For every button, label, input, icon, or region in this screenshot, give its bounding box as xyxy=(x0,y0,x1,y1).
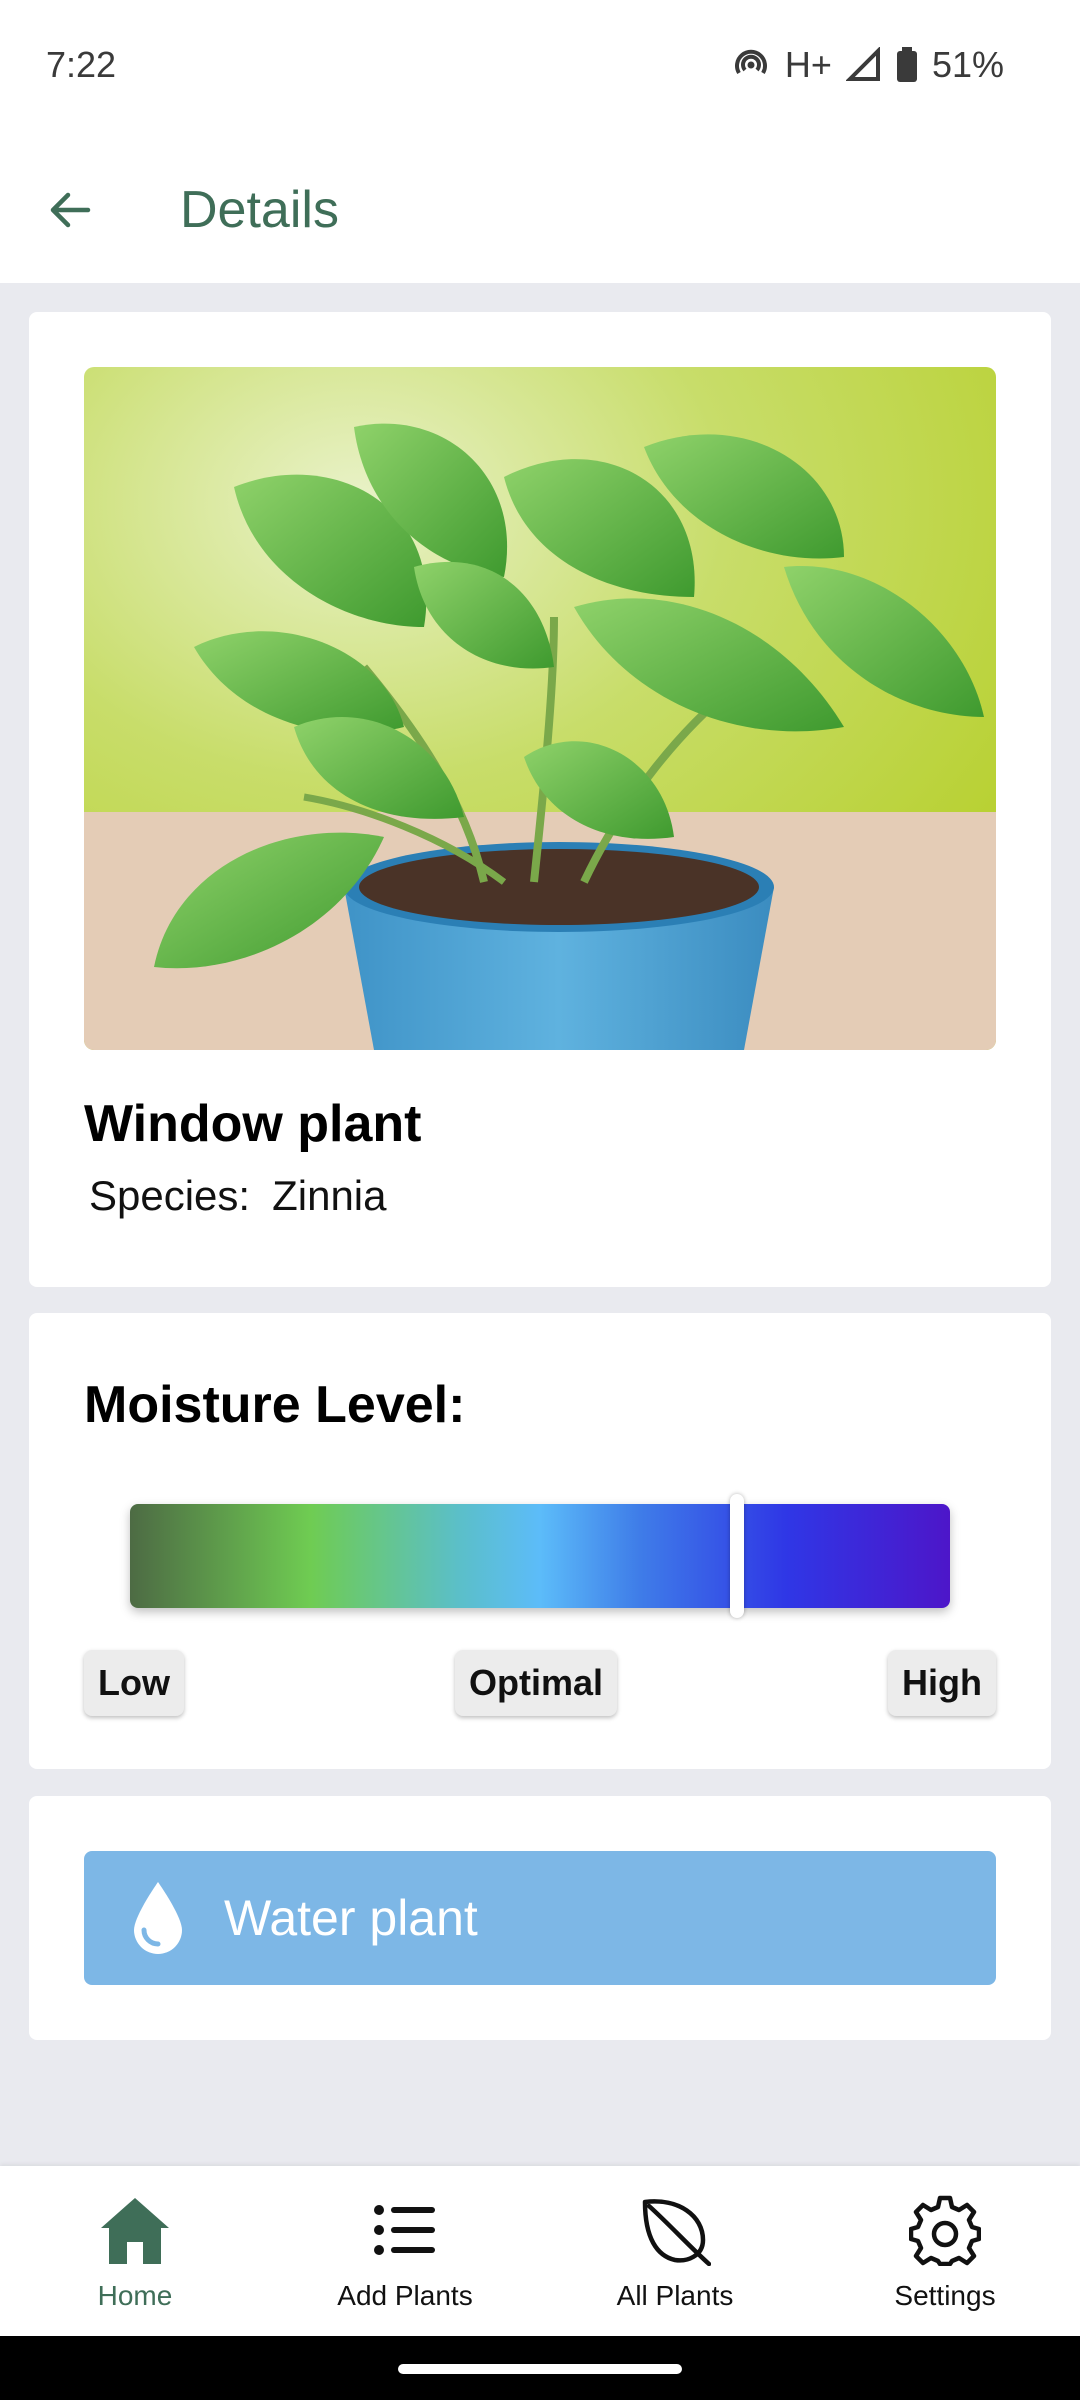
arrow-left-icon xyxy=(50,192,91,228)
gesture-handle[interactable] xyxy=(398,2364,682,2374)
level-label-low: Low xyxy=(84,1650,184,1716)
species-value: Zinnia xyxy=(272,1172,387,1219)
status-bar: 7:22 H+ 51% xyxy=(0,0,1080,140)
nav-home-label: Home xyxy=(97,2280,173,2311)
water-card: Water plant xyxy=(29,1796,1051,2040)
moisture-level-indicator xyxy=(729,1494,744,1618)
nav-all-plants[interactable]: All Plants xyxy=(565,2194,785,2312)
level-label-high: High xyxy=(888,1650,996,1716)
status-time: 7:22 xyxy=(46,44,117,85)
network-type: H+ xyxy=(784,44,832,85)
status-icons: H+ 51% xyxy=(731,44,1004,86)
app-bar: Details xyxy=(0,140,1080,283)
nav-home[interactable]: Home xyxy=(25,2194,245,2312)
leaf-icon xyxy=(642,2199,711,2266)
list-icon xyxy=(374,2205,435,2255)
plant-name: Window plant xyxy=(84,1095,422,1153)
moisture-card: Moisture Level: Low Optimal High xyxy=(29,1313,1051,1769)
nav-all-plants-label: All Plants xyxy=(616,2280,734,2311)
water-drop-icon xyxy=(134,1882,182,1954)
signal-icon xyxy=(845,47,882,83)
bottom-nav: Home Add Plants All Plants Settings xyxy=(0,2166,1080,2336)
nav-settings[interactable]: Settings xyxy=(835,2194,1055,2312)
plant-card: Window plant Species: Zinnia xyxy=(29,312,1051,1287)
moisture-level-bar xyxy=(130,1494,950,1618)
home-icon xyxy=(101,2198,169,2264)
plant-photo xyxy=(84,367,996,1050)
level-label-optimal: Optimal xyxy=(455,1650,618,1716)
species-label: Species: xyxy=(89,1172,251,1219)
battery-percent: 51% xyxy=(931,44,1004,85)
water-plant-button[interactable]: Water plant xyxy=(84,1851,996,1985)
moisture-title: Moisture Level: xyxy=(84,1376,466,1434)
nav-add-plants[interactable]: Add Plants xyxy=(295,2194,515,2312)
nav-settings-label: Settings xyxy=(894,2280,996,2311)
gear-icon xyxy=(909,2195,981,2266)
battery-icon xyxy=(896,47,918,83)
page-title: Details xyxy=(180,181,339,239)
hotspot-icon xyxy=(731,45,771,85)
water-plant-label: Water plant xyxy=(224,1890,478,1946)
species-row: Species: Zinnia xyxy=(89,1172,387,1220)
back-button[interactable] xyxy=(30,170,110,250)
system-gesture-bar xyxy=(0,2336,1080,2400)
nav-add-plants-label: Add Plants xyxy=(337,2280,473,2311)
